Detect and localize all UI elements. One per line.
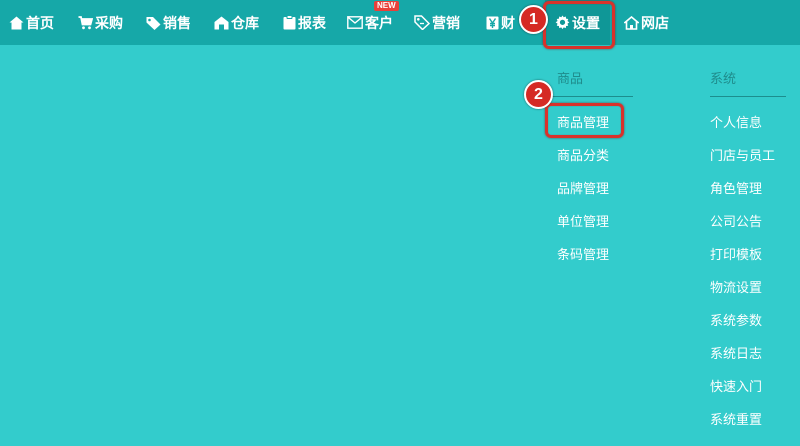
nav-item-warehouse[interactable]: 仓库	[214, 0, 259, 45]
menu-item-role-management[interactable]: 角色管理	[710, 178, 762, 197]
warehouse-icon	[214, 16, 229, 30]
shop-icon	[624, 15, 639, 30]
menu-item-logistics-settings[interactable]: 物流设置	[710, 277, 762, 296]
nav-item-home[interactable]: 首页	[9, 0, 54, 45]
nav-item-label: 客户	[365, 15, 393, 32]
nav-item-label: 仓库	[231, 15, 259, 32]
nav-item-reports[interactable]: 报表	[283, 0, 326, 45]
new-badge: NEW	[374, 1, 399, 11]
cart-icon	[78, 15, 93, 30]
system-column-divider	[710, 96, 786, 97]
tag-icon	[146, 16, 161, 30]
goods-column-divider	[545, 96, 633, 97]
menu-item-barcode-management[interactable]: 条码管理	[557, 244, 609, 263]
nav-item-shop[interactable]: 网店	[624, 0, 669, 45]
menu-item-system-reset[interactable]: 系统重置	[710, 409, 762, 428]
nav-item-sales[interactable]: 销售	[146, 0, 191, 45]
system-column-heading: 系统	[710, 72, 737, 87]
highlight-box-goods-management	[545, 103, 624, 138]
menu-item-unit-management[interactable]: 单位管理	[557, 211, 609, 230]
nav-item-label: 采购	[95, 15, 123, 32]
step-1-badge: 1	[519, 5, 548, 34]
nav-item-label: 报表	[298, 15, 326, 32]
nav-item-purchase[interactable]: 采购	[78, 0, 123, 45]
nav-item-label: 财	[501, 15, 515, 32]
menu-item-print-template[interactable]: 打印模板	[710, 244, 762, 263]
menu-item-goods-category[interactable]: 商品分类	[557, 145, 609, 164]
goods-column-heading: 商品	[557, 72, 584, 87]
nav-item-label: 营销	[432, 15, 460, 32]
nav-item-marketing[interactable]: 营销	[414, 0, 460, 45]
menu-item-quick-start[interactable]: 快速入门	[710, 376, 762, 395]
nav-item-label: 首页	[26, 15, 54, 32]
yen-icon	[486, 16, 499, 30]
mail-icon	[347, 16, 363, 29]
top-nav-bar: 首页 采购 销售 仓库 报表 客户 NEW 营销 财 设置 网店	[0, 0, 800, 45]
menu-item-system-log[interactable]: 系统日志	[710, 343, 762, 362]
menu-item-brand-management[interactable]: 品牌管理	[557, 178, 609, 197]
nav-item-label: 销售	[163, 15, 191, 32]
clipboard-icon	[283, 15, 296, 30]
menu-item-company-notice[interactable]: 公司公告	[710, 211, 762, 230]
nav-item-finance[interactable]: 财	[486, 0, 515, 45]
menu-item-system-parameters[interactable]: 系统参数	[710, 310, 762, 329]
home-icon	[9, 16, 24, 30]
highlight-box-settings	[543, 1, 615, 49]
step-2-badge: 2	[524, 80, 553, 109]
menu-item-personal-info[interactable]: 个人信息	[710, 112, 762, 131]
menu-item-stores-staff[interactable]: 门店与员工	[710, 145, 775, 164]
nav-item-label: 网店	[641, 15, 669, 32]
price-tag-icon	[414, 15, 430, 30]
